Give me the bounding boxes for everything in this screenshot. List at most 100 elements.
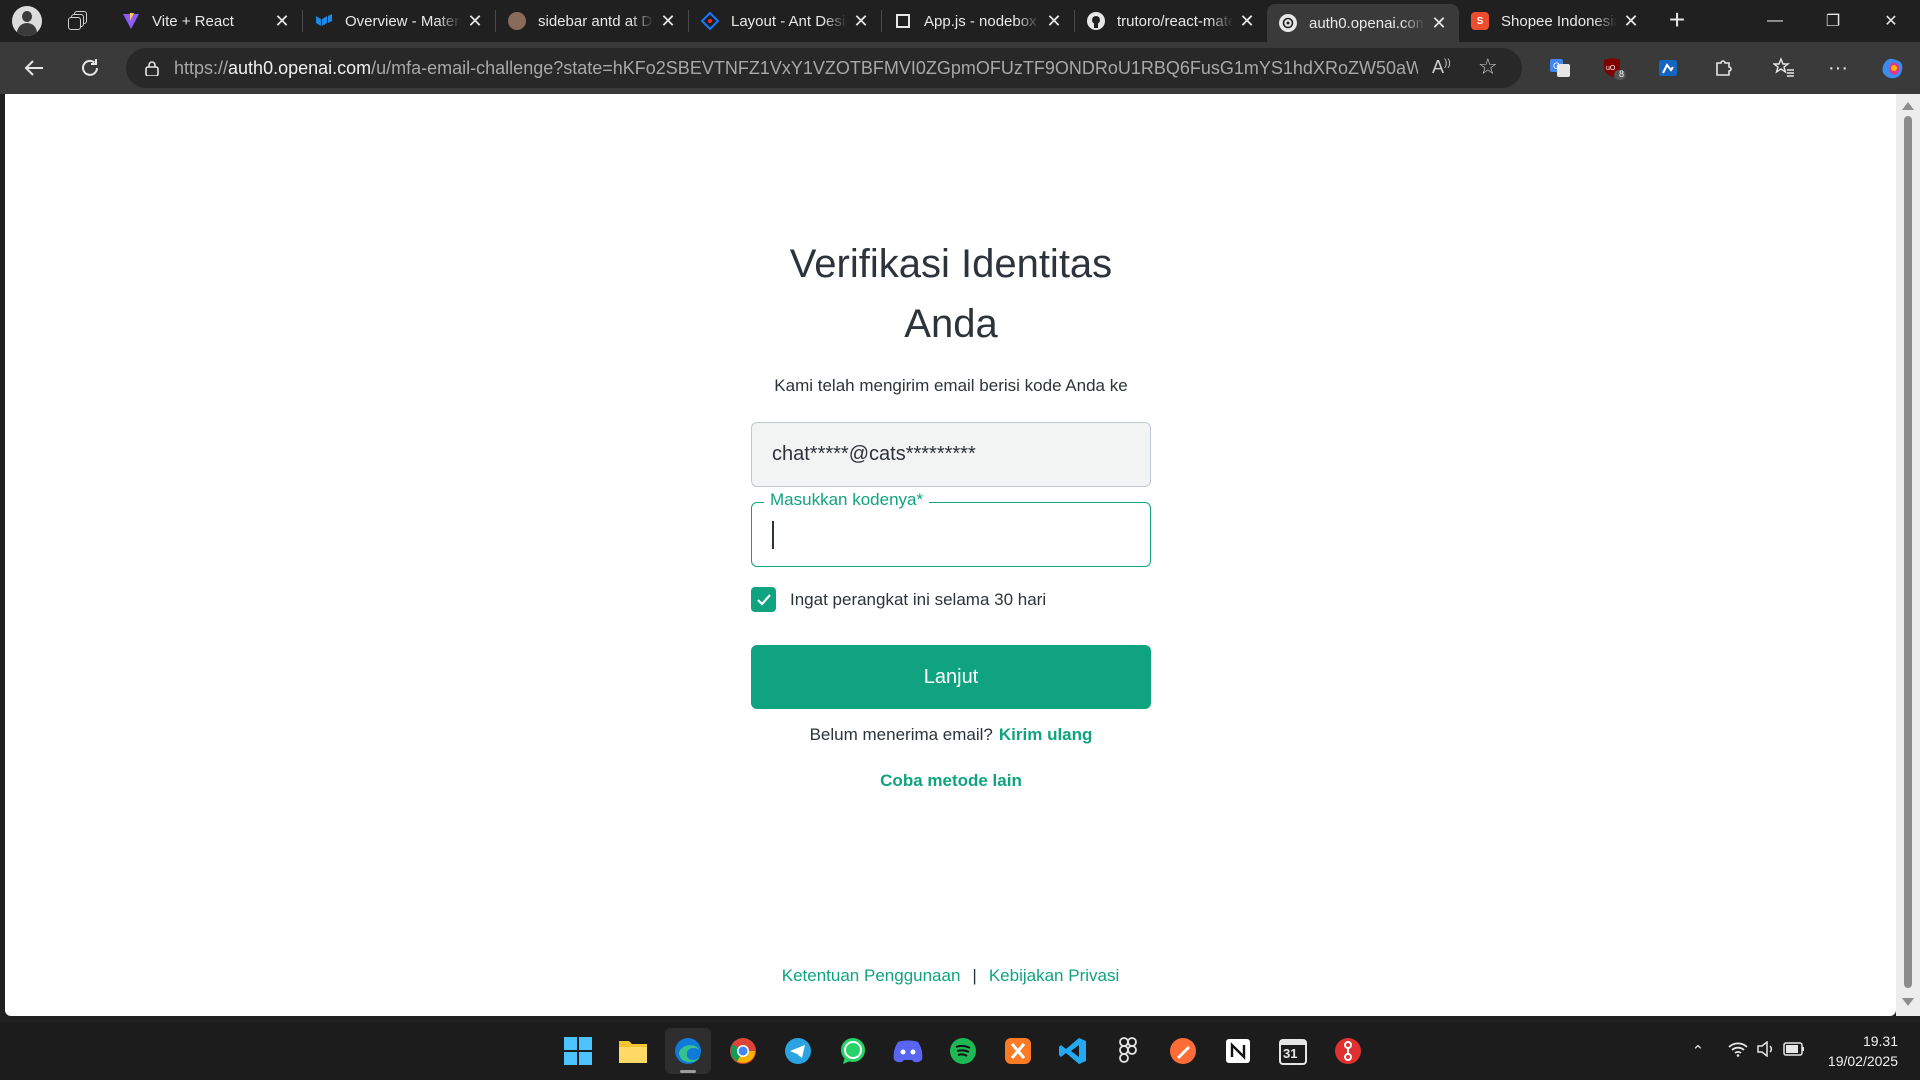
figma-icon[interactable]: [1105, 1028, 1151, 1074]
url-path: /u/mfa-email-challenge?state=hKFo2SBEVTN…: [371, 57, 1418, 78]
windows-taskbar: 31 ⌃ 19.31 19/02/2025: [0, 1022, 1920, 1080]
masked-email-text: chat*****@cats*********: [772, 443, 976, 465]
windows-start-icon[interactable]: [555, 1028, 601, 1074]
window-controls: — ❐ ✕: [1746, 0, 1920, 42]
remember-device-label[interactable]: Ingat perangkat ini selama 30 hari: [790, 590, 1046, 610]
new-tab-button[interactable]: +: [1659, 3, 1695, 39]
scroll-down-arrow-icon[interactable]: [1902, 998, 1914, 1006]
calendar-icon[interactable]: 31: [1270, 1028, 1316, 1074]
favorite-star-icon[interactable]: ☆: [1478, 54, 1498, 80]
tab-strip: Vite + React ✕ Overview - Material UI ✕ …: [110, 0, 1651, 42]
workspaces-icon[interactable]: [68, 11, 88, 31]
volume-icon[interactable]: [1752, 1040, 1780, 1061]
chrome-icon[interactable]: [720, 1028, 766, 1074]
tab-vite-react[interactable]: Vite + React ✕: [110, 0, 302, 42]
file-explorer-icon[interactable]: [610, 1028, 656, 1074]
tab-layout-antd[interactable]: Layout - Ant Design ✕: [689, 0, 881, 42]
vscode-icon[interactable]: [1050, 1028, 1096, 1074]
wifi-icon[interactable]: [1724, 1041, 1752, 1061]
page-scrollbar[interactable]: [1896, 94, 1920, 1016]
ublock-icon[interactable]: uO 8: [1598, 52, 1630, 84]
github-icon: [1087, 12, 1105, 30]
tab-title: Layout - Ant Design: [731, 12, 847, 30]
svg-text:G: G: [1553, 61, 1560, 71]
lock-icon[interactable]: [144, 60, 160, 76]
codesandbox-icon: [894, 12, 912, 30]
spotify-icon[interactable]: [940, 1028, 986, 1074]
terms-link[interactable]: Ketentuan Penggunaan: [782, 966, 961, 985]
scroll-up-arrow-icon[interactable]: [1902, 102, 1914, 110]
tab-title: Shopee Indonesia: [1501, 12, 1617, 30]
antd-icon: [701, 12, 719, 30]
back-arrow-icon[interactable]: [14, 48, 54, 88]
extension-icon[interactable]: [1652, 52, 1684, 84]
extensions-puzzle-icon[interactable]: [1708, 52, 1740, 84]
translate-icon[interactable]: G: [1544, 52, 1576, 84]
postman-icon[interactable]: [1160, 1028, 1206, 1074]
close-tab-icon[interactable]: ✕: [1621, 11, 1641, 31]
address-bar[interactable]: https://auth0.openai.com/u/mfa-email-cha…: [126, 48, 1522, 88]
calendar-day-number: 31: [1283, 1046, 1298, 1061]
privacy-link[interactable]: Kebijakan Privasi: [989, 966, 1119, 985]
checkmark-icon: [756, 593, 771, 606]
openai-icon: [1279, 14, 1297, 32]
svg-text:uO: uO: [1606, 65, 1616, 72]
tab-shopee[interactable]: S Shopee Indonesia ✕: [1459, 0, 1651, 42]
mfa-card: Verifikasi Identitas Anda Kami telah men…: [751, 234, 1151, 791]
tab-github-trutoro[interactable]: trutoro/react-material ✕: [1075, 0, 1267, 42]
tab-overview-material[interactable]: Overview - Material UI ✕: [303, 0, 495, 42]
close-tab-icon[interactable]: ✕: [272, 11, 292, 31]
continue-button[interactable]: Lanjut: [751, 645, 1151, 709]
ublock-badge: 8: [1619, 69, 1625, 79]
remember-device-checkbox[interactable]: [751, 587, 776, 612]
address-url[interactable]: https://auth0.openai.com/u/mfa-email-cha…: [174, 58, 1418, 79]
scrollbar-thumb[interactable]: [1904, 116, 1912, 988]
more-options-icon[interactable]: ···: [1822, 52, 1854, 84]
tab-sidebar-antd[interactable]: sidebar antd at Dribbble ✕: [496, 0, 688, 42]
restore-icon[interactable]: ❐: [1804, 0, 1862, 42]
code-input-field[interactable]: Masukkan kodenya*: [751, 490, 1151, 567]
close-tab-icon[interactable]: ✕: [658, 11, 678, 31]
url-scheme: https://: [174, 57, 229, 78]
clock-time: 19.31: [1862, 1033, 1898, 1049]
xampp-icon[interactable]: [995, 1028, 1041, 1074]
clock[interactable]: 19.31 19/02/2025: [1828, 1031, 1898, 1071]
taskbar-apps: 31: [555, 1028, 1380, 1074]
favorites-list-icon[interactable]: [1768, 52, 1800, 84]
try-other-method-link[interactable]: Coba metode lain: [880, 771, 1022, 790]
minimize-icon[interactable]: —: [1746, 0, 1804, 42]
code-input[interactable]: [772, 521, 1132, 549]
discord-icon[interactable]: [885, 1028, 931, 1074]
telegram-icon[interactable]: [775, 1028, 821, 1074]
close-tab-icon[interactable]: ✕: [1044, 11, 1064, 31]
browser-tab-bar: Vite + React ✕ Overview - Material UI ✕ …: [0, 0, 1920, 42]
tab-appjs-nodebox[interactable]: App.js - nodebox ✕: [882, 0, 1074, 42]
git-icon[interactable]: [1325, 1028, 1371, 1074]
close-window-icon[interactable]: ✕: [1862, 0, 1920, 42]
battery-icon[interactable]: [1780, 1042, 1808, 1060]
copilot-icon[interactable]: [1876, 52, 1908, 84]
refresh-icon[interactable]: [70, 48, 110, 88]
page-viewport: Verifikasi Identitas Anda Kami telah men…: [5, 94, 1896, 1016]
remember-device-row[interactable]: Ingat perangkat ini selama 30 hari: [751, 587, 1151, 612]
close-tab-icon[interactable]: ✕: [851, 11, 871, 31]
tab-title: App.js - nodebox: [924, 12, 1037, 30]
notion-icon[interactable]: [1215, 1028, 1261, 1074]
page-footer: Ketentuan Penggunaan | Kebijakan Privasi: [5, 966, 1896, 986]
whatsapp-icon[interactable]: [830, 1028, 876, 1074]
read-aloud-icon[interactable]: A)): [1432, 57, 1451, 78]
profile-avatar-icon[interactable]: [12, 6, 42, 36]
close-tab-icon[interactable]: ✕: [1429, 13, 1449, 33]
close-tab-icon[interactable]: ✕: [465, 11, 485, 31]
url-host: auth0.openai.com: [228, 57, 372, 78]
vite-icon: [122, 12, 140, 30]
tab-title: auth0.openai.com: [1309, 14, 1425, 32]
masked-email-field: chat*****@cats*********: [751, 422, 1151, 487]
resend-prompt: Belum menerima email?: [809, 725, 993, 744]
chevron-up-icon[interactable]: ⌃: [1684, 1042, 1712, 1060]
edge-icon[interactable]: [665, 1028, 711, 1074]
resend-link[interactable]: Kirim ulang: [999, 725, 1093, 744]
tab-title: sidebar antd at Dribbble: [538, 12, 654, 30]
tab-auth0-openai[interactable]: auth0.openai.com ✕: [1267, 4, 1459, 42]
close-tab-icon[interactable]: ✕: [1237, 11, 1257, 31]
